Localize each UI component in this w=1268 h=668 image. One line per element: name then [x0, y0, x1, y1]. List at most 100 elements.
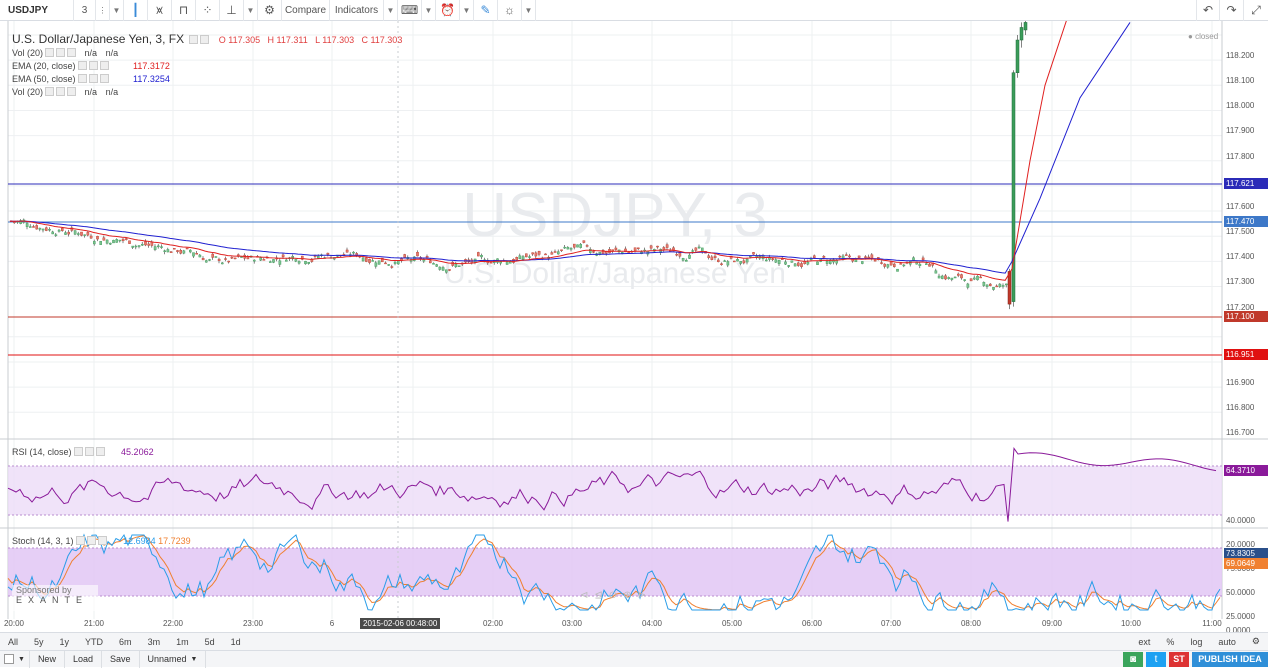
- time-tick: 02:00: [482, 619, 504, 628]
- load-button[interactable]: Load: [65, 650, 102, 668]
- range-button-all[interactable]: All: [0, 633, 26, 651]
- interval-selector[interactable]: 3: [74, 0, 96, 21]
- sponsor-brand: EXANTE: [16, 595, 89, 605]
- scale-option[interactable]: %: [1158, 633, 1182, 651]
- heikin-icon[interactable]: ⁘: [196, 0, 220, 21]
- main-legend: U.S. Dollar/Japanese Yen, 3, FX O 117.30…: [12, 32, 402, 46]
- price-label-1: 117.621: [1224, 178, 1268, 189]
- scale-option[interactable]: auto: [1210, 633, 1244, 651]
- gear-icon[interactable]: ⚙: [1244, 633, 1268, 651]
- legend-value: n/a: [105, 48, 119, 58]
- interval-more-icon[interactable]: ⋮: [96, 0, 110, 21]
- scale-option[interactable]: ext: [1130, 633, 1158, 651]
- legend-value: n/a: [105, 87, 119, 97]
- camera-icon[interactable]: ◙: [1123, 651, 1143, 667]
- sponsor-line: Sponsored by: [16, 585, 72, 595]
- range-buttons: All 5y 1y YTD 6m 3m 1m 5d 1d: [0, 633, 249, 651]
- new-button[interactable]: New: [30, 650, 65, 668]
- time-tick: 10:00: [1120, 619, 1142, 628]
- range-button-1y[interactable]: 1y: [52, 633, 78, 651]
- top-toolbar: USDJPY 3 ⋮ ▼ ┃ ⩙ ⊓ ⁘ ⊥ ▼ ⚙ Compare Indic…: [0, 0, 1268, 21]
- legend-label: EMA (20, close): [12, 61, 76, 71]
- price-tick: 117.400: [1226, 252, 1255, 262]
- renko-icon[interactable]: ⊥: [220, 0, 244, 21]
- range-button-5y[interactable]: 5y: [26, 633, 52, 651]
- lightbulb-icon[interactable]: ☼: [498, 0, 522, 21]
- candles-icon[interactable]: ┃: [124, 0, 148, 21]
- eye-icon[interactable]: [189, 35, 199, 44]
- zoom-in-icon[interactable]: ⊕: [623, 590, 631, 601]
- ohlc-high: H 117.311: [267, 35, 308, 45]
- legend-vol-1[interactable]: Vol (20) n/a n/a: [12, 48, 118, 58]
- range-button-1m[interactable]: 1m: [168, 633, 197, 651]
- rsi-legend[interactable]: RSI (14, close) 45.2062: [12, 447, 154, 457]
- twitter-icon[interactable]: t: [1146, 651, 1166, 667]
- fullscreen-icon[interactable]: ⤢: [1244, 0, 1268, 21]
- chart-area[interactable]: USDJPY, 3 U.S. Dollar/Japanese Yen U.S. …: [0, 21, 1268, 635]
- compare-button[interactable]: Compare: [282, 0, 330, 21]
- time-tick: 23:00: [242, 619, 264, 628]
- chevron-down-icon[interactable]: ▼: [110, 0, 124, 21]
- stocktwits-icon[interactable]: ST: [1169, 651, 1189, 667]
- time-tick: 21:00: [83, 619, 105, 628]
- time-tick: 08:00: [960, 619, 982, 628]
- legend-vol-2[interactable]: Vol (20) n/a n/a: [12, 87, 118, 97]
- undo-icon[interactable]: ↶: [1196, 0, 1220, 21]
- range-button-1d[interactable]: 1d: [223, 633, 249, 651]
- watermark-symbol: USDJPY, 3: [462, 181, 768, 250]
- chart-title: U.S. Dollar/Japanese Yen, 3, FX: [12, 32, 185, 46]
- indicators-chevron-icon[interactable]: ▼: [384, 0, 398, 21]
- chevron-down-icon: ▼: [190, 655, 198, 663]
- symbol-search[interactable]: USDJPY: [0, 0, 74, 21]
- bars-icon[interactable]: ⊓: [172, 0, 196, 21]
- layout-square-icon: [4, 654, 14, 664]
- price-tick: 117.900: [1226, 126, 1255, 136]
- publish-idea-button[interactable]: PUBLISH IDEA: [1192, 651, 1268, 667]
- legend-ema50[interactable]: EMA (50, close) 117.3254: [12, 74, 170, 84]
- range-button-6m[interactable]: 6m: [111, 633, 140, 651]
- time-tick: 07:00: [880, 619, 902, 628]
- save-button[interactable]: Save: [102, 650, 140, 668]
- scroll-back-icon[interactable]: ⊴: [594, 590, 602, 601]
- rsi-label: RSI (14, close): [12, 447, 72, 457]
- stoch-d-last-label: 69.0649: [1224, 558, 1268, 569]
- line-chart-icon[interactable]: ⩙: [148, 0, 172, 21]
- price-tick: 116.700: [1226, 428, 1255, 438]
- scroll-left-icon[interactable]: ⊲: [580, 590, 588, 601]
- stoch-legend[interactable]: Stoch (14, 3, 1) 12.6984 17.7239: [12, 536, 191, 546]
- settings-small-icon[interactable]: [200, 35, 210, 44]
- price-label-4: 116.951: [1224, 349, 1268, 360]
- indicators-button[interactable]: Indicators: [330, 0, 384, 21]
- reset-icon[interactable]: ⊙: [609, 590, 617, 601]
- templates-icon[interactable]: ⌨: [398, 0, 422, 21]
- layout-toggle[interactable]: ▼: [0, 650, 30, 668]
- templates-chevron-icon[interactable]: ▼: [422, 0, 436, 21]
- range-button-ytd[interactable]: YTD: [77, 633, 111, 651]
- idea-chevron-icon[interactable]: ▼: [522, 0, 536, 21]
- rsi-tick: 40.0000: [1226, 516, 1255, 525]
- price-label-3: 117.100: [1224, 311, 1268, 322]
- legend-label: EMA (50, close): [12, 74, 76, 84]
- range-button-3m[interactable]: 3m: [140, 633, 169, 651]
- footer: ▼ New Load Save Unnamed ▼ ◙ t ST PUBLISH …: [0, 650, 1268, 668]
- time-tick: 03:00: [561, 619, 583, 628]
- layout-name[interactable]: Unnamed ▼: [140, 650, 207, 668]
- time-tick: 09:00: [1041, 619, 1063, 628]
- time-tick: 6: [329, 619, 335, 628]
- gear-icon[interactable]: ⚙: [258, 0, 282, 21]
- alert-chevron-icon[interactable]: ▼: [460, 0, 474, 21]
- price-tick: 117.300: [1226, 277, 1255, 287]
- scroll-right-icon[interactable]: ⊳: [638, 590, 646, 601]
- scale-option[interactable]: log: [1182, 633, 1210, 651]
- redo-icon[interactable]: ↷: [1220, 0, 1244, 21]
- range-button-5d[interactable]: 5d: [197, 633, 223, 651]
- legend-ema20[interactable]: EMA (20, close) 117.3172: [12, 61, 170, 71]
- ema20-value: 117.3172: [133, 61, 170, 71]
- alert-icon[interactable]: ⏰: [436, 0, 460, 21]
- chart-type-chevron-icon[interactable]: ▼: [244, 0, 258, 21]
- crosshair-date: 2015-02-06 00:48:00: [360, 618, 441, 629]
- chart-nav-controls: ⊲ ⊴ ⊙ ⊕ ⊳: [580, 590, 646, 601]
- sponsor-box[interactable]: Sponsored by EXANTE: [12, 585, 98, 611]
- drawing-pencil-icon[interactable]: ✎: [474, 0, 498, 21]
- price-tick: 116.900: [1226, 377, 1255, 387]
